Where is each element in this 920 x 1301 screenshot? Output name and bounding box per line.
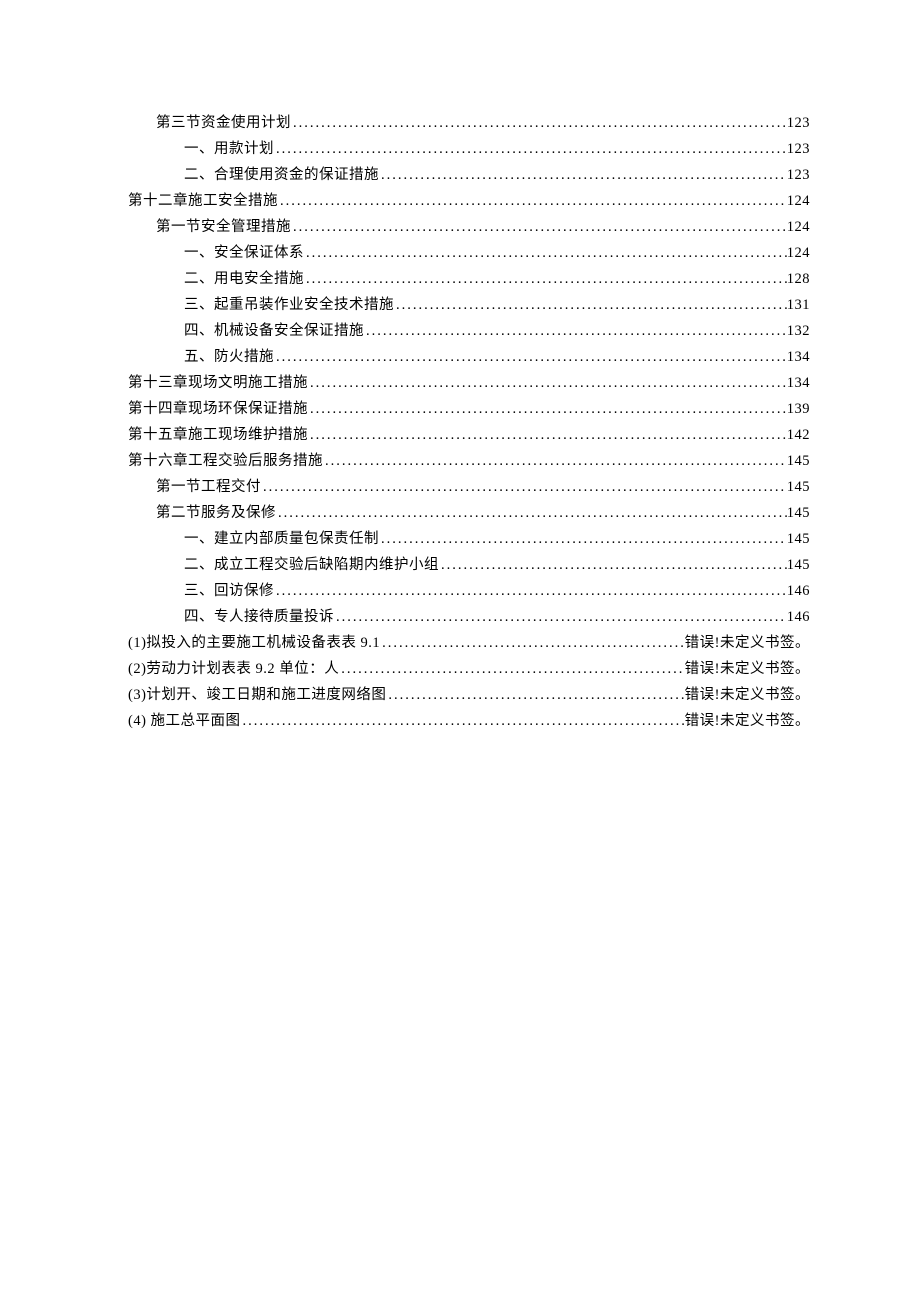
toc-entry[interactable]: 三、回访保修 146 <box>128 578 810 604</box>
toc-title: 第三节资金使用计划 <box>156 110 291 136</box>
toc-entry[interactable]: 第十四章现场环保保证措施 139 <box>128 396 810 422</box>
toc-leader <box>291 110 787 136</box>
toc-entry[interactable]: (1)拟投入的主要施工机械设备表表 9.1 错误!未定义书签。 <box>128 630 810 656</box>
toc-title: 第十三章现场文明施工措施 <box>128 370 308 396</box>
toc-page: 124 <box>787 240 810 266</box>
toc-title: 四、机械设备安全保证措施 <box>184 318 364 344</box>
toc-title: 一、用款计划 <box>184 136 274 162</box>
toc-leader <box>386 682 684 708</box>
toc-title: 一、建立内部质量包保责任制 <box>184 526 379 552</box>
toc-title: 二、用电安全措施 <box>184 266 304 292</box>
toc-leader <box>304 240 787 266</box>
toc-page: 139 <box>787 396 810 422</box>
toc-leader <box>379 162 787 188</box>
toc-page: 145 <box>787 526 810 552</box>
toc-leader <box>241 708 685 734</box>
toc-title: 第十五章施工现场维护措施 <box>128 422 308 448</box>
toc-entry[interactable]: 第十二章施工安全措施 124 <box>128 188 810 214</box>
toc-leader <box>439 552 787 578</box>
toc-title: 第二节服务及保修 <box>156 500 276 526</box>
toc-leader <box>274 136 787 162</box>
toc-title: 第一节工程交付 <box>156 474 261 500</box>
toc-entry[interactable]: 四、机械设备安全保证措施 132 <box>128 318 810 344</box>
toc-leader <box>380 630 685 656</box>
toc-page: 124 <box>787 214 810 240</box>
toc-title: 四、专人接待质量投诉 <box>184 604 334 630</box>
toc-page: 124 <box>787 188 810 214</box>
toc-page: 146 <box>787 604 810 630</box>
toc-entry[interactable]: 五、防火措施 134 <box>128 344 810 370</box>
toc-entry[interactable]: 第三节资金使用计划 123 <box>128 110 810 136</box>
table-of-contents: 第三节资金使用计划 123 一、用款计划 123 二、合理使用资金的保证措施 1… <box>128 110 810 734</box>
toc-title: (2)劳动力计划表表 9.2 单位：人 <box>128 656 339 682</box>
toc-leader <box>278 188 787 214</box>
toc-page: 146 <box>787 578 810 604</box>
toc-entry[interactable]: 一、建立内部质量包保责任制 145 <box>128 526 810 552</box>
toc-page: 错误!未定义书签。 <box>685 682 810 708</box>
toc-entry[interactable]: 第十三章现场文明施工措施 134 <box>128 370 810 396</box>
toc-page: 错误!未定义书签。 <box>685 656 810 682</box>
toc-title: 第十二章施工安全措施 <box>128 188 278 214</box>
toc-page: 145 <box>787 474 810 500</box>
toc-page: 131 <box>787 292 810 318</box>
toc-title: 第一节安全管理措施 <box>156 214 291 240</box>
toc-page: 错误!未定义书签。 <box>685 630 810 656</box>
toc-page: 142 <box>787 422 810 448</box>
toc-title: 三、起重吊装作业安全技术措施 <box>184 292 394 318</box>
toc-title: 二、成立工程交验后缺陷期内维护小组 <box>184 552 439 578</box>
toc-entry[interactable]: 三、起重吊装作业安全技术措施 131 <box>128 292 810 318</box>
toc-entry[interactable]: 四、专人接待质量投诉 146 <box>128 604 810 630</box>
toc-page: 145 <box>787 552 810 578</box>
toc-leader <box>339 656 684 682</box>
toc-leader <box>291 214 787 240</box>
toc-entry[interactable]: 第二节服务及保修 145 <box>128 500 810 526</box>
toc-page: 123 <box>787 162 810 188</box>
toc-leader <box>379 526 787 552</box>
toc-leader <box>323 448 787 474</box>
toc-title: (3)计划开、竣工日期和施工进度网络图 <box>128 682 386 708</box>
toc-page: 132 <box>787 318 810 344</box>
toc-entry[interactable]: (3)计划开、竣工日期和施工进度网络图 错误!未定义书签。 <box>128 682 810 708</box>
toc-page: 123 <box>787 136 810 162</box>
toc-leader <box>274 344 787 370</box>
toc-title: 三、回访保修 <box>184 578 274 604</box>
toc-entry[interactable]: 第十六章工程交验后服务措施 145 <box>128 448 810 474</box>
toc-title: 第十六章工程交验后服务措施 <box>128 448 323 474</box>
toc-title: (4) 施工总平面图 <box>128 708 241 734</box>
toc-entry[interactable]: 第一节安全管理措施 124 <box>128 214 810 240</box>
toc-title: (1)拟投入的主要施工机械设备表表 9.1 <box>128 630 380 656</box>
toc-leader <box>304 266 787 292</box>
toc-title: 一、安全保证体系 <box>184 240 304 266</box>
toc-entry[interactable]: 二、用电安全措施 128 <box>128 266 810 292</box>
toc-leader <box>334 604 787 630</box>
toc-entry[interactable]: 第一节工程交付 145 <box>128 474 810 500</box>
toc-title: 二、合理使用资金的保证措施 <box>184 162 379 188</box>
toc-leader <box>394 292 787 318</box>
toc-leader <box>364 318 787 344</box>
toc-page: 134 <box>787 344 810 370</box>
toc-entry[interactable]: 一、用款计划 123 <box>128 136 810 162</box>
toc-entry[interactable]: 一、安全保证体系 124 <box>128 240 810 266</box>
toc-page: 错误!未定义书签。 <box>685 708 810 734</box>
toc-page: 145 <box>787 500 810 526</box>
toc-leader <box>261 474 787 500</box>
toc-entry[interactable]: 二、成立工程交验后缺陷期内维护小组 145 <box>128 552 810 578</box>
toc-page: 123 <box>787 110 810 136</box>
toc-entry[interactable]: 二、合理使用资金的保证措施 123 <box>128 162 810 188</box>
toc-leader <box>274 578 787 604</box>
toc-title: 第十四章现场环保保证措施 <box>128 396 308 422</box>
toc-title: 五、防火措施 <box>184 344 274 370</box>
toc-leader <box>308 370 787 396</box>
toc-entry[interactable]: 第十五章施工现场维护措施 142 <box>128 422 810 448</box>
toc-leader <box>276 500 787 526</box>
toc-entry[interactable]: (2)劳动力计划表表 9.2 单位：人 错误!未定义书签。 <box>128 656 810 682</box>
toc-page: 145 <box>787 448 810 474</box>
toc-entry[interactable]: (4) 施工总平面图 错误!未定义书签。 <box>128 708 810 734</box>
toc-leader <box>308 396 787 422</box>
toc-leader <box>308 422 787 448</box>
toc-page: 128 <box>787 266 810 292</box>
toc-page: 134 <box>787 370 810 396</box>
